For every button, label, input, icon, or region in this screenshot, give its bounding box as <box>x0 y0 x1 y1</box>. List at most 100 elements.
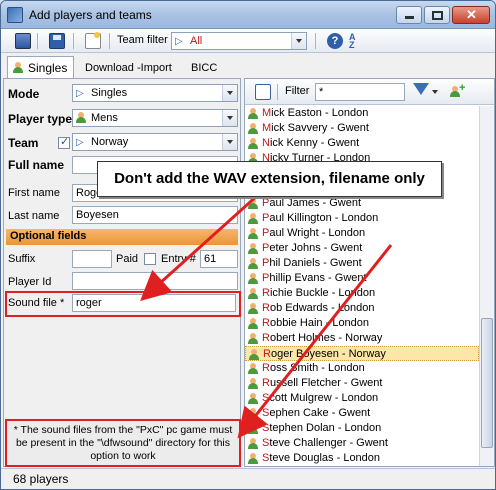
players-list[interactable]: Mick Easton - London Mick Savvery - Gwent… <box>245 106 479 466</box>
paid-label: Paid <box>116 253 139 265</box>
person-icon <box>248 198 258 209</box>
player-list-item[interactable]: Richie Buckle - London <box>245 286 479 301</box>
title-bar: Add players and teams ✕ <box>1 1 495 29</box>
player-id-input[interactable] <box>72 272 238 290</box>
exit-icon[interactable] <box>15 33 31 49</box>
player-name: aul Wright - London <box>269 227 366 239</box>
mode-select[interactable]: ▷ Singles <box>72 84 238 102</box>
player-initial: R <box>262 362 270 374</box>
flag-icon: ▷ <box>76 88 84 99</box>
player-list-item[interactable]: Phil Daniels - Gwent <box>245 256 479 271</box>
maximize-button[interactable] <box>424 6 450 24</box>
player-list-item[interactable]: Nick Kenny - Gwent <box>245 136 479 151</box>
player-name: oss Smith - London <box>269 362 365 374</box>
player-type-select[interactable]: Mens <box>72 109 238 127</box>
full-name-label: Full name <box>8 158 65 172</box>
team-filter-select[interactable]: ▷ All <box>171 32 307 50</box>
player-name: ephen Cake - Gwent <box>269 407 371 419</box>
player-list-item[interactable]: Phillip Evans - Gwent <box>245 271 479 286</box>
chevron-down-icon[interactable] <box>432 90 438 94</box>
player-list-item[interactable]: Paul Wright - London <box>245 226 479 241</box>
team-checkbox[interactable] <box>58 135 70 149</box>
team-value: Norway <box>91 136 129 148</box>
mode-label: Mode <box>8 87 40 101</box>
team-filter-label: Team filter <box>117 34 168 46</box>
flag-icon: ▷ <box>76 137 84 148</box>
suffix-label: Suffix <box>8 253 36 265</box>
player-name: ick Easton - London <box>271 107 369 119</box>
status-bar: 68 players <box>1 468 495 489</box>
sort-az-icon[interactable]: AZ <box>349 33 365 50</box>
filter-icon[interactable] <box>413 83 429 95</box>
player-list-item[interactable]: Russell Fletcher - Gwent <box>245 376 479 391</box>
player-list-item[interactable]: Robbie Hain - London <box>245 316 479 331</box>
player-list-item[interactable]: Scott Mulgrew - London <box>245 391 479 406</box>
players-scrollbar[interactable] <box>479 106 494 466</box>
chevron-down-icon[interactable] <box>222 110 237 126</box>
player-initial: R <box>262 317 270 329</box>
player-list-item[interactable]: Peter Johns - Gwent <box>245 241 479 256</box>
player-list-item[interactable]: Rob Edwards - London <box>245 301 479 316</box>
team-label: Team <box>8 136 39 150</box>
close-button[interactable]: ✕ <box>452 6 490 24</box>
last-name-input[interactable]: Boyesen <box>72 206 238 224</box>
player-initial: M <box>262 107 272 119</box>
player-list-item[interactable]: Paul James - Gwent <box>245 196 479 211</box>
person-icon <box>76 112 86 123</box>
player-name: ick Savvery - Gwent <box>271 122 369 134</box>
tab-singles[interactable]: Singles <box>7 56 75 78</box>
player-name: cott Mulgrew - London <box>269 392 379 404</box>
player-list-item[interactable]: Mick Easton - London <box>245 106 479 121</box>
player-list-item[interactable]: Robert Holmes - Norway <box>245 331 479 346</box>
players-panel: Filter * + Mick Easton - London Mick Savv… <box>244 78 495 467</box>
person-icon <box>248 363 258 374</box>
player-name: teve Challenger - Gwent <box>269 437 388 449</box>
players-toolbar: Filter * + <box>245 79 494 105</box>
player-initial: R <box>262 377 270 389</box>
player-initial: R <box>262 287 270 299</box>
player-list-item[interactable]: Steve Challenger - Gwent <box>245 436 479 451</box>
filter-input[interactable]: * <box>315 83 405 101</box>
optional-fields-header: Optional fields <box>6 229 238 245</box>
tab-download-import[interactable]: Download -Import <box>79 60 178 78</box>
player-count: 68 players <box>13 472 69 486</box>
chevron-down-icon[interactable] <box>222 134 237 150</box>
paid-checkbox[interactable] <box>144 253 156 265</box>
player-name: ussell Fletcher - Gwent <box>269 377 383 389</box>
player-list-item[interactable]: Ross Smith - London <box>245 361 479 376</box>
chevron-down-icon[interactable] <box>222 85 237 101</box>
player-type-label: Player type <box>8 112 73 126</box>
minimize-button[interactable] <box>396 6 422 24</box>
player-name: ichie Buckle - London <box>269 287 376 299</box>
player-list-item[interactable]: Roger Boyesen - Norway <box>245 346 479 361</box>
sound-file-input[interactable]: roger <box>72 294 236 312</box>
person-icon <box>248 213 258 224</box>
person-icon <box>248 123 258 134</box>
player-list-item[interactable]: Mick Savvery - Gwent <box>245 121 479 136</box>
suffix-input[interactable] <box>72 250 112 268</box>
person-icon <box>248 138 258 149</box>
save-icon[interactable] <box>49 33 65 49</box>
toolbar-separator <box>315 33 316 49</box>
help-icon[interactable]: ? <box>327 33 343 49</box>
person-icon <box>248 318 258 329</box>
player-list-item[interactable]: Steve Douglas - London <box>245 451 479 466</box>
flag-icon: ▷ <box>175 36 183 47</box>
main-toolbar: Team filter ▷ All ? AZ <box>1 29 495 53</box>
player-list-item[interactable]: Stephen Dolan - London <box>245 421 479 436</box>
team-select[interactable]: ▷ Norway <box>72 133 238 151</box>
player-list-item[interactable]: Paul Killington - London <box>245 211 479 226</box>
filter-label: Filter <box>285 85 310 97</box>
edit-icon[interactable] <box>255 84 271 100</box>
entry-input[interactable]: 61 <box>200 250 238 268</box>
player-type-value: Mens <box>91 112 118 124</box>
scrollbar-thumb[interactable] <box>481 318 493 448</box>
tab-bicc[interactable]: BICC <box>185 60 223 78</box>
player-list-item[interactable]: Sephen Cake - Gwent <box>245 406 479 421</box>
person-icon <box>248 333 258 344</box>
chevron-down-icon[interactable] <box>291 33 306 49</box>
player-name: hillip Evans - Gwent <box>269 272 367 284</box>
player-name: ob Edwards - London <box>269 302 375 314</box>
new-document-icon[interactable] <box>85 32 101 49</box>
player-initial: R <box>262 332 270 344</box>
